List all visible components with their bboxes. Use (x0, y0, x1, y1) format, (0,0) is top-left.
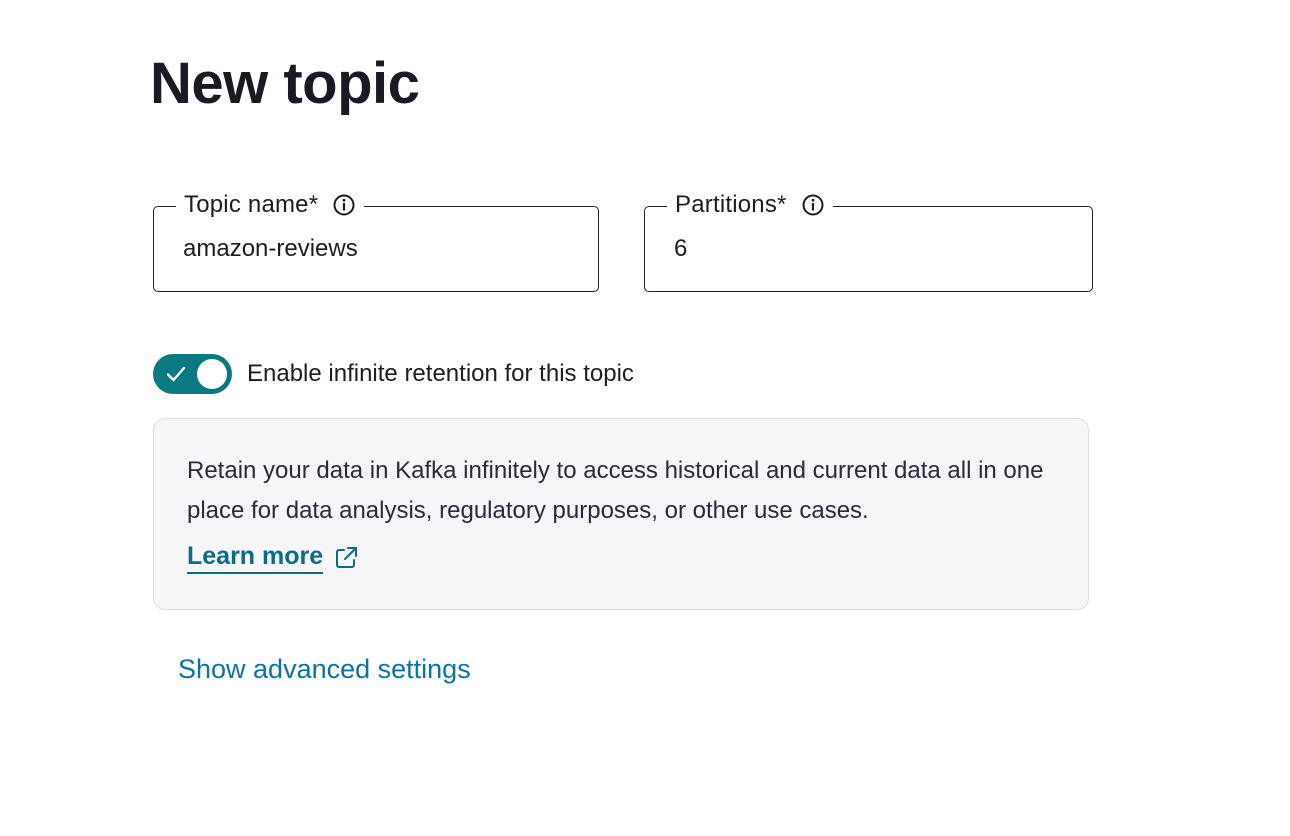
partitions-legend: Partitions* (667, 188, 833, 222)
topic-name-label: Topic name* (184, 191, 319, 218)
learn-more-label: Learn more (187, 541, 324, 574)
topic-name-legend: Topic name* (176, 188, 365, 222)
check-icon (165, 363, 187, 385)
topic-name-input[interactable] (183, 235, 563, 263)
partitions-input[interactable] (674, 235, 1054, 263)
info-circle-icon[interactable] (332, 193, 356, 217)
toggle-knob (197, 359, 227, 389)
partitions-label: Partitions* (675, 191, 787, 218)
show-advanced-settings-link[interactable]: Show advanced settings (178, 654, 471, 685)
retention-toggle-row: Enable infinite retention for this topic (153, 354, 634, 394)
page-title: New topic (150, 51, 420, 116)
partitions-field[interactable]: Partitions* (644, 188, 1093, 292)
external-link-icon (333, 545, 359, 571)
retention-toggle[interactable] (153, 354, 232, 394)
learn-more-link[interactable]: Learn more (187, 541, 359, 574)
retention-toggle-label[interactable]: Enable infinite retention for this topic (247, 360, 634, 388)
retention-info-panel: Retain your data in Kafka infinitely to … (153, 418, 1089, 610)
topic-name-field[interactable]: Topic name* (153, 188, 599, 292)
info-circle-icon[interactable] (801, 193, 825, 217)
retention-info-text: Retain your data in Kafka infinitely to … (187, 457, 1044, 524)
